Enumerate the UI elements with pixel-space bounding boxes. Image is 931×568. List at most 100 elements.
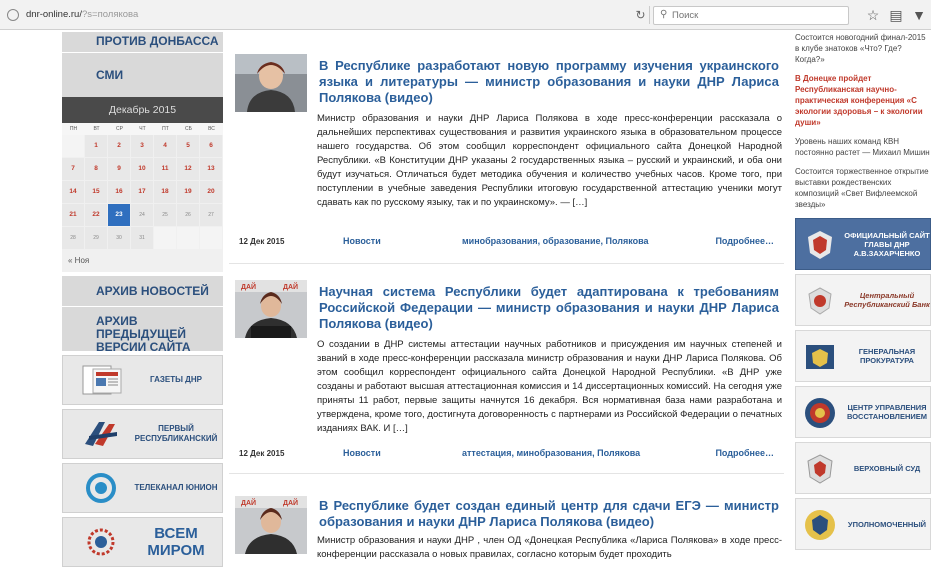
banner-newspapers[interactable]: ГАЗЕТЫ ДНР [62,355,223,405]
banner-label: ПЕРВЫЙ РЕСПУБЛИКАНСКИЙ [134,424,218,443]
calendar-day[interactable]: 10 [131,158,153,180]
calendar-day-empty [62,135,84,157]
calendar-day[interactable]: 19 [177,181,199,203]
site-info-icon[interactable] [7,9,19,21]
calendar-month: Декабрь 2015 [62,97,223,123]
calendar-day: 26 [177,204,199,226]
browser-search-box[interactable]: ⚲ [653,6,849,25]
banner-label: ВЕРХОВНЫЙ СУД [853,463,921,473]
article-excerpt-text: О создании в ДНР системы аттестации науч… [317,339,782,434]
url-query: ?s=полякова [81,9,139,20]
search-input[interactable] [672,9,842,22]
calendar-prev-month-link[interactable]: « Ноя [62,250,223,272]
banner-vsem-mirom[interactable]: ВСЕМ МИРОМ [62,517,223,567]
browser-toolbar: dnr-online.ru/?s=полякова ↻ ⚲ ☆ ▤ ▼ [0,0,931,30]
banner-head-of-dnr[interactable]: ОФИЦИАЛЬНЫЙ САЙТ ГЛАВЫ ДНР А.В.ЗАХАРЧЕНК… [795,218,931,270]
article-excerpt: О создании в ДНР системы аттестации науч… [229,338,782,436]
search-icon: ⚲ [660,9,668,20]
banner-union-tv[interactable]: ТЕЛЕКАНАЛ ЮНИОН [62,463,223,513]
supreme-court-emblem [807,454,833,484]
article: В Республике разработают новую программу… [229,32,784,264]
article-meta: 12 Дек 2015 Новости аттестация, минобраз… [229,446,782,462]
calendar-day[interactable]: 18 [154,181,176,203]
prosecutor-emblem [806,345,834,369]
article-title-link[interactable]: В Республике будет создан единый центр д… [319,498,779,530]
sidebar-link-label: СМИ [96,68,124,82]
calendar-day[interactable]: 15 [85,181,107,203]
dnr-coat-of-arms [808,231,832,259]
read-more-link[interactable]: Подробнее… [715,236,774,246]
calendar-day[interactable]: 20 [200,181,222,203]
calendar-day[interactable]: 22 [85,204,107,226]
read-more-link[interactable]: Подробнее… [715,448,774,458]
calendar-day[interactable]: 3 [131,135,153,157]
news-link[interactable]: Уровень наших команд КВН постоянно расте… [795,136,931,158]
article-category-link[interactable]: Новости [343,448,381,458]
sidebar-link-news-archive[interactable]: АРХИВ НОВОСТЕЙ [62,276,223,306]
svg-text:ДАЙ: ДАЙ [241,282,256,291]
banner-restoration-center[interactable]: ЦЕНТР УПРАВЛЕНИЯ ВОССТАНОВЛЕНИЕМ [795,386,931,438]
calendar-week: 7 8 9 10 11 12 13 [62,158,223,180]
calendar-day[interactable]: 14 [62,181,84,203]
banner-supreme-court[interactable]: ВЕРХОВНЫЙ СУД [795,442,931,494]
address-bar[interactable]: dnr-online.ru/?s=полякова [26,9,138,20]
svg-text:ДАЙ: ДАЙ [283,498,298,507]
calendar-day[interactable]: 11 [154,158,176,180]
calendar-day[interactable]: 9 [108,158,130,180]
calendar-day-empty [200,227,222,249]
calendar-day[interactable]: 7 [62,158,84,180]
reload-icon[interactable]: ↻ [632,6,650,24]
banner-first-republican[interactable]: ПЕРВЫЙ РЕСПУБЛИКАНСКИЙ [62,409,223,459]
calendar-day[interactable]: 2 [108,135,130,157]
weekday: ЧТ [139,126,146,132]
calendar-day[interactable]: 5 [177,135,199,157]
vsem-mirom-logo [87,528,115,556]
article: ДАЙ ДАЙ В Республике будет создан единый… [229,474,784,568]
calendar-day[interactable]: 1 [85,135,107,157]
sidebar-link-label: ПРОТИВ ДОНБАССА [96,34,219,48]
bookmark-star-icon[interactable]: ☆ [864,6,882,24]
news-link[interactable]: Состоится новогодний финал-2015 в клубе … [795,32,931,65]
banner-ombudsman[interactable]: УПОЛНОМОЧЕННЫЙ [795,498,931,550]
article-title-link[interactable]: Научная система Республики будет адаптир… [319,284,779,332]
first-republican-logo [85,422,117,446]
banner-label: ГАЗЕТЫ ДНР [150,375,202,384]
banner-label: ВСЕМ МИРОМ [147,525,205,559]
banner-prosecutor-general[interactable]: ГЕНЕРАЛЬНАЯ ПРОКУРАТУРА [795,330,931,382]
calendar-day[interactable]: 8 [85,158,107,180]
news-link[interactable]: Состоится торжественное открытие выставк… [795,166,931,210]
svg-text:ДАЙ: ДАЙ [283,282,298,291]
calendar-day[interactable]: 4 [154,135,176,157]
article-title-link[interactable]: В Республике разработают новую программу… [319,58,779,106]
sidebar-link-old-site-archive[interactable]: АРХИВ ПРЕДЫДУЩЕЙ ВЕРСИИ САЙТА [62,307,223,354]
calendar-week: 14 15 16 17 18 19 20 [62,181,223,203]
calendar-day[interactable]: 12 [177,158,199,180]
reading-list-icon[interactable]: ▤ [887,6,905,24]
left-sidebar: ПРОТИВ ДОНБАССА СМИ Декабрь 2015 ПН ВТ С… [62,32,223,568]
calendar-widget: Декабрь 2015 ПН ВТ СР ЧТ ПТ СБ ВС 1 2 3 … [62,97,223,272]
calendar-day[interactable]: 6 [200,135,222,157]
calendar-day[interactable]: 21 [62,204,84,226]
restoration-center-emblem [805,398,835,428]
article-tags-link[interactable]: аттестация, минобразования, Полякова [462,448,640,458]
sidebar-link-against-donbass[interactable]: ПРОТИВ ДОНБАССА [62,32,223,52]
calendar-day[interactable]: 13 [200,158,222,180]
calendar-day-today[interactable]: 23 [108,204,130,226]
article-thumbnail[interactable] [235,54,307,112]
banner-label: УПОЛНОМОЧЕННЫЙ [847,519,927,529]
banner-central-bank[interactable]: Центральный Республиканский Банк [795,274,931,326]
news-link[interactable]: В Донецке пройдет Республиканская научно… [795,73,931,128]
calendar-day[interactable]: 17 [131,181,153,203]
weekday: ВС [208,126,215,132]
sidebar-link-media[interactable]: СМИ [62,53,223,97]
article-thumbnail[interactable]: ДАЙ ДАЙ [235,280,307,338]
calendar-day[interactable]: 16 [108,181,130,203]
search-results: В Республике разработают новую программу… [229,32,784,568]
article-category-link[interactable]: Новости [343,236,381,246]
banner-label: ЦЕНТР УПРАВЛЕНИЯ ВОССТАНОВЛЕНИЕМ [846,403,928,421]
calendar-week: 1 2 3 4 5 6 [62,135,223,157]
pocket-icon[interactable]: ▼ [910,6,928,24]
article-tags-link[interactable]: минобразования, образование, Полякова [462,236,649,246]
sidebar-link-label: АРХИВ НОВОСТЕЙ [96,284,209,298]
weekday: СБ [185,126,192,132]
